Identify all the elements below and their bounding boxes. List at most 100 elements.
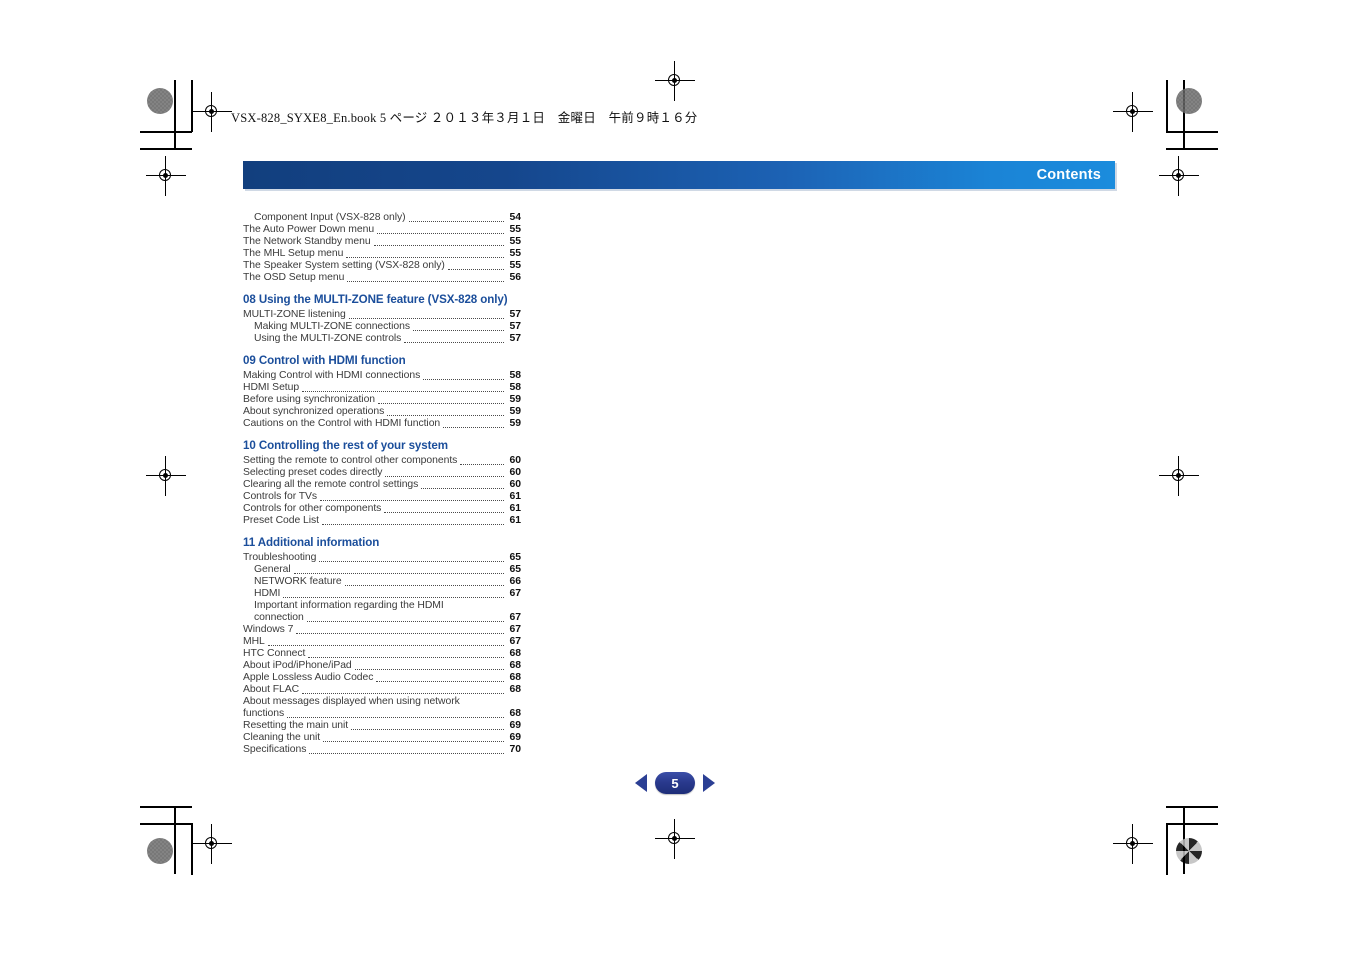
toc-entry[interactable]: HDMI Setup 58 xyxy=(243,382,521,394)
toc-entry-label: Troubleshooting xyxy=(243,552,317,563)
toc-entry-label: Controls for TVs xyxy=(243,491,318,502)
toc-entry-page-number: 55 xyxy=(509,248,521,259)
crop-mark xyxy=(140,823,192,825)
crop-mark xyxy=(191,80,193,132)
toc-entry-label: Cleaning the unit xyxy=(243,732,321,743)
toc-entry[interactable]: NETWORK feature 66 xyxy=(243,576,521,588)
toc-entry[interactable]: Windows 7 67 xyxy=(243,624,521,636)
toc-entry[interactable]: Making Control with HDMI connections 58 xyxy=(243,370,521,382)
toc-entry[interactable]: Resetting the main unit 69 xyxy=(243,720,521,732)
crop-mark xyxy=(1166,131,1218,133)
toc-section-heading[interactable]: 11 Additional information xyxy=(243,536,521,550)
toc-entry-page-number: 57 xyxy=(509,333,521,344)
toc-entry[interactable]: functions 68 xyxy=(243,708,521,720)
banner-title: Contents xyxy=(1036,167,1101,183)
toc-entry-page-number: 59 xyxy=(509,418,521,429)
registration-target xyxy=(1159,456,1199,496)
toc-entry[interactable]: The Speaker System setting (VSX-828 only… xyxy=(243,260,521,272)
toc-entry-page-number: 68 xyxy=(509,684,521,695)
toc-dot-leader xyxy=(296,632,504,634)
toc-entry[interactable]: The Network Standby menu 55 xyxy=(243,236,521,248)
toc-section-heading[interactable]: 09 Control with HDMI function xyxy=(243,354,521,368)
toc-entry[interactable]: Setting the remote to control other comp… xyxy=(243,455,521,467)
toc-entry[interactable]: Selecting preset codes directly 60 xyxy=(243,467,521,479)
toc-entry[interactable]: Apple Lossless Audio Codec 68 xyxy=(243,672,521,684)
toc-entry-page-number: 55 xyxy=(509,260,521,271)
toc-entry-page-number: 68 xyxy=(509,672,521,683)
toc-dot-leader xyxy=(423,378,504,380)
toc-entry[interactable]: The Auto Power Down menu 55 xyxy=(243,224,521,236)
toc-entry[interactable]: Important information regarding the HDMI xyxy=(243,600,521,612)
toc-entry[interactable]: About messages displayed when using netw… xyxy=(243,696,521,708)
density-patch xyxy=(147,838,173,864)
toc-entry-page-number: 67 xyxy=(509,636,521,647)
toc-entry-label: About synchronized operations xyxy=(243,406,385,417)
crop-mark xyxy=(1166,823,1218,825)
toc-entry[interactable]: Before using synchronization 59 xyxy=(243,394,521,406)
toc-entry-label: Clearing all the remote control settings xyxy=(243,479,419,490)
toc-entry[interactable]: About iPod/iPhone/iPad 68 xyxy=(243,660,521,672)
registration-target xyxy=(192,824,232,864)
toc-entry[interactable]: About synchronized operations 59 xyxy=(243,406,521,418)
toc-entry-label: Using the MULTI-ZONE controls xyxy=(254,333,402,344)
toc-entry-label: The Speaker System setting (VSX-828 only… xyxy=(243,260,445,271)
toc-entry[interactable]: MHL 67 xyxy=(243,636,521,648)
toc-entry[interactable]: About FLAC 68 xyxy=(243,684,521,696)
registration-target xyxy=(1113,92,1153,132)
density-patch xyxy=(1176,838,1202,864)
toc-entry[interactable]: HDMI 67 xyxy=(243,588,521,600)
toc-entry-label: HDMI Setup xyxy=(243,382,300,393)
toc-entry-label: Before using synchronization xyxy=(243,394,376,405)
toc-entry[interactable]: Troubleshooting 65 xyxy=(243,552,521,564)
toc-entry[interactable]: MULTI-ZONE listening 57 xyxy=(243,309,521,321)
toc-section-heading[interactable]: 08 Using the MULTI-ZONE feature (VSX-828… xyxy=(243,293,521,307)
toc-entry-label: The Network Standby menu xyxy=(243,236,371,247)
toc-entry[interactable]: Controls for other components 61 xyxy=(243,503,521,515)
toc-entry-label: Windows 7 xyxy=(243,624,294,635)
crop-mark xyxy=(174,806,176,874)
crop-mark xyxy=(174,80,176,148)
next-page-arrow-icon[interactable] xyxy=(703,774,715,792)
toc-entry-label: Component Input (VSX-828 only) xyxy=(254,212,406,223)
toc-entry-label: HTC Connect xyxy=(243,648,306,659)
toc-entry-label: The Auto Power Down menu xyxy=(243,224,375,235)
toc-entry[interactable]: The OSD Setup menu 56 xyxy=(243,272,521,284)
toc-section-heading[interactable]: 10 Controlling the rest of your system xyxy=(243,439,521,453)
toc-entry-label: connection xyxy=(254,612,304,623)
toc-entry[interactable]: Specifications 70 xyxy=(243,744,521,756)
toc-entry-page-number: 67 xyxy=(509,588,521,599)
toc-entry[interactable]: The MHL Setup menu 55 xyxy=(243,248,521,260)
crop-mark xyxy=(1166,80,1168,132)
toc-entry-label: About iPod/iPhone/iPad xyxy=(243,660,352,671)
toc-entry-page-number: 55 xyxy=(509,224,521,235)
toc-entry[interactable]: Component Input (VSX-828 only) 54 xyxy=(243,212,521,224)
toc-entry[interactable]: Controls for TVs 61 xyxy=(243,491,521,503)
page-navigation: 5 xyxy=(0,772,1350,794)
toc-entry[interactable]: General 65 xyxy=(243,564,521,576)
toc-dot-leader xyxy=(319,560,504,562)
density-patch xyxy=(1176,88,1202,114)
toc-dot-leader xyxy=(351,728,504,730)
toc-dot-leader xyxy=(347,280,504,282)
toc-entry-label: About messages displayed when using netw… xyxy=(243,696,460,707)
toc-entry-label: Preset Code List xyxy=(243,515,320,526)
toc-dot-leader xyxy=(293,572,504,574)
toc-entry-page-number: 67 xyxy=(509,624,521,635)
registration-target xyxy=(146,456,186,496)
toc-entry-label: The OSD Setup menu xyxy=(243,272,345,283)
toc-entry-page-number: 56 xyxy=(509,272,521,283)
toc-entry[interactable]: Clearing all the remote control settings… xyxy=(243,479,521,491)
toc-entry[interactable]: connection 67 xyxy=(243,612,521,624)
toc-entry[interactable]: Cleaning the unit 69 xyxy=(243,732,521,744)
toc-dot-leader xyxy=(376,680,504,682)
toc-entry-page-number: 68 xyxy=(509,708,521,719)
toc-dot-leader xyxy=(302,390,504,392)
toc-entry[interactable]: Using the MULTI-ZONE controls 57 xyxy=(243,333,521,345)
toc-entry[interactable]: Preset Code List 61 xyxy=(243,515,521,527)
toc-entry[interactable]: Making MULTI-ZONE connections 57 xyxy=(243,321,521,333)
crop-mark xyxy=(1166,806,1218,808)
toc-entry[interactable]: Cautions on the Control with HDMI functi… xyxy=(243,418,521,430)
toc-dot-leader xyxy=(308,656,504,658)
toc-entry[interactable]: HTC Connect 68 xyxy=(243,648,521,660)
previous-page-arrow-icon[interactable] xyxy=(635,774,647,792)
